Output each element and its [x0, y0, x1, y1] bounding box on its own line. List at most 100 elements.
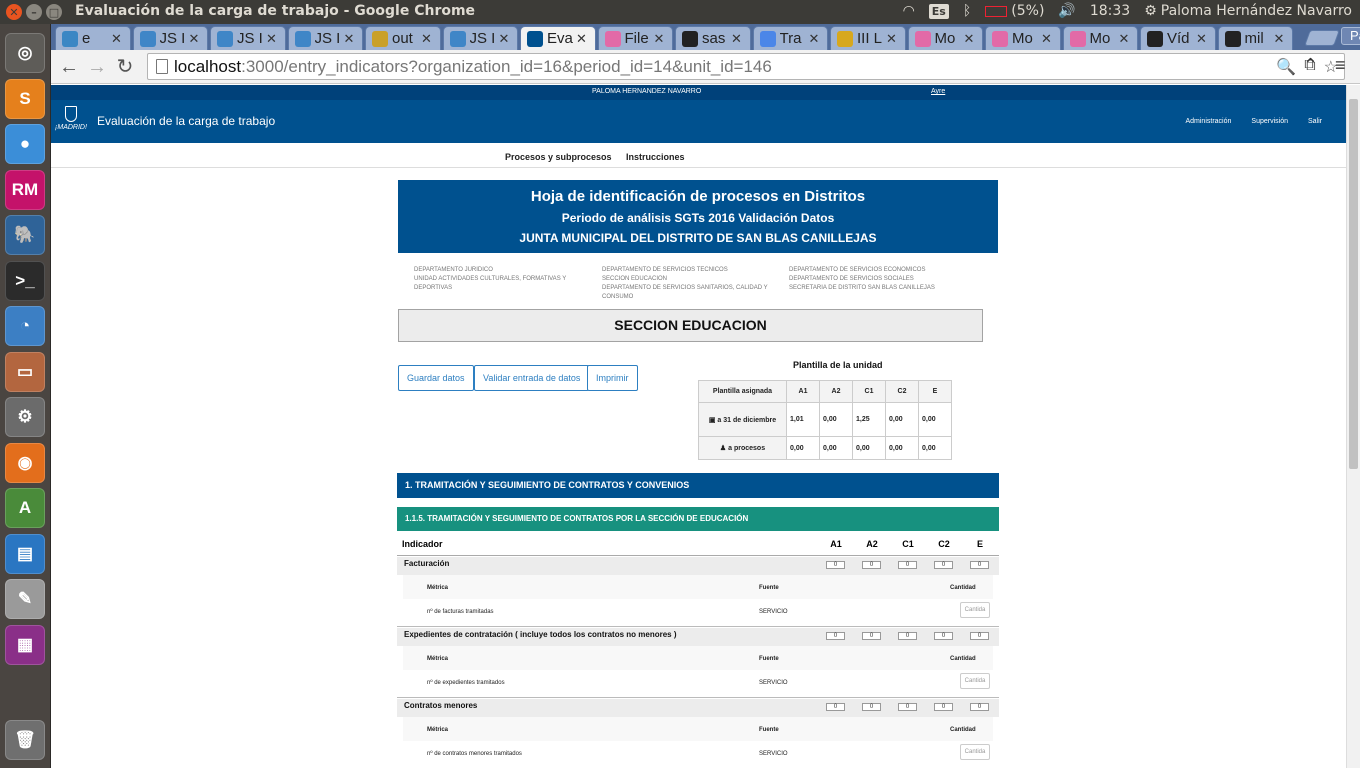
tab[interactable]: JS I ✕	[442, 26, 518, 50]
tab-close-icon[interactable]: ✕	[1195, 31, 1209, 47]
quantity-input[interactable]: Cantida	[960, 602, 990, 618]
page-scrollbar[interactable]	[1346, 85, 1360, 768]
keyboard-layout-indicator[interactable]: Es	[928, 3, 949, 19]
tab-close-icon[interactable]: ✕	[497, 31, 511, 47]
indicator-count-input[interactable]: 0	[970, 561, 989, 569]
department-item[interactable]: UNIDAD ACTIVIDADES CULTURALES, FORMATIVA…	[414, 275, 584, 293]
files-icon[interactable]: ▭	[5, 351, 45, 392]
zoom-icon[interactable]: 🔍	[1276, 57, 1296, 77]
profile-button[interactable]: Paloma	[1341, 27, 1360, 45]
tab-close-icon[interactable]: ✕	[1272, 31, 1286, 47]
new-tab-button[interactable]	[1304, 30, 1340, 46]
indicator-count-input[interactable]: 0	[934, 703, 953, 711]
window-minimize-button[interactable]: –	[26, 4, 42, 20]
software-updater-icon[interactable]: A	[5, 488, 45, 528]
save-button[interactable]: Guardar datos	[398, 365, 474, 391]
text-editor-icon[interactable]: ✎	[5, 579, 45, 619]
terminal-icon[interactable]: >_	[5, 260, 45, 301]
tab-close-icon[interactable]: ✕	[1117, 31, 1131, 47]
subnav-procesos[interactable]: Procesos y subprocesos	[505, 152, 612, 162]
firefox-icon[interactable]: ◉	[5, 442, 45, 483]
address-bar[interactable]: localhost:3000/entry_indicators?organiza…	[147, 53, 1345, 80]
sublime-text-icon[interactable]: S	[5, 78, 45, 119]
indicator-count-input[interactable]: 0	[970, 632, 989, 640]
tab[interactable]: Tra ✕	[752, 26, 828, 50]
extension-icon[interactable]: ⌃	[1303, 55, 1318, 76]
quantity-input[interactable]: Cantida	[960, 673, 990, 689]
nav-salir[interactable]: Salir	[1308, 118, 1322, 125]
department-item[interactable]: DEPARTAMENTO DE SERVICIOS TECNICOS	[602, 266, 772, 275]
tab-close-icon[interactable]: ✕	[962, 31, 976, 47]
tab[interactable]: out ✕	[365, 26, 441, 50]
pgadmin-icon[interactable]: 🐘	[5, 215, 45, 255]
volume-icon[interactable]: 🔊	[1058, 3, 1075, 19]
user-session-menu[interactable]: ⚙ Paloma Hernández Navarro	[1144, 3, 1352, 19]
window-maximize-button[interactable]: □	[46, 4, 62, 20]
indicator-count-input[interactable]: 0	[934, 561, 953, 569]
window-close-button[interactable]: ✕	[6, 4, 22, 20]
indicator-count-input[interactable]: 0	[898, 561, 917, 569]
tab[interactable]: Víd ✕	[1140, 26, 1216, 50]
department-item[interactable]: DEPARTAMENTO JURIDICO	[414, 266, 584, 275]
wifi-icon[interactable]: ◠	[903, 3, 915, 19]
back-arrow-icon[interactable]: ←	[57, 55, 81, 79]
tab-close-icon[interactable]: ✕	[342, 31, 356, 47]
tab-close-icon[interactable]: ✕	[1040, 31, 1054, 47]
nav-administracion[interactable]: Administración	[1185, 118, 1231, 125]
indicator-count-input[interactable]: 0	[862, 703, 881, 711]
help-link[interactable]: Ayre	[931, 88, 945, 95]
forward-arrow-icon[interactable]: →	[85, 55, 109, 79]
indicator-count-input[interactable]: 0	[862, 561, 881, 569]
indicator-count-input[interactable]: 0	[898, 632, 917, 640]
trash-icon[interactable]: 🗑	[5, 720, 45, 760]
tab[interactable]: sas ✕	[675, 26, 751, 50]
nav-supervision[interactable]: Supervisión	[1251, 118, 1288, 125]
battery-indicator[interactable]: (5%)	[985, 3, 1044, 19]
bluetooth-icon[interactable]: ᛒ	[963, 3, 971, 19]
validate-button[interactable]: Validar entrada de datos	[474, 365, 590, 391]
tab[interactable]: JS I ✕	[210, 26, 286, 50]
ubuntu-dash-icon[interactable]: ◎	[5, 33, 45, 73]
quantity-input[interactable]: Cantida	[960, 744, 990, 760]
shotwell-icon[interactable]: ◔	[5, 306, 45, 346]
indicator-count-input[interactable]: 0	[934, 632, 953, 640]
department-item[interactable]: DEPARTAMENTO DE SERVICIOS ECONOMICOS	[789, 266, 959, 275]
indicator-count-input[interactable]: 0	[898, 703, 917, 711]
tab-close-icon[interactable]: ✕	[885, 31, 899, 47]
libreoffice-writer-icon[interactable]: ▤	[5, 533, 45, 574]
department-item[interactable]: SECRETARIA DE DISTRITO SAN BLAS CANILLEJ…	[789, 284, 959, 293]
department-item[interactable]: DEPARTAMENTO DE SERVICIOS SOCIALES	[789, 275, 959, 284]
tab-close-icon[interactable]: ✕	[187, 31, 201, 47]
tab[interactable]: JS I ✕	[132, 26, 208, 50]
chrome-icon[interactable]: ●	[5, 124, 45, 164]
subnav-instrucciones[interactable]: Instrucciones	[626, 152, 685, 162]
tab-close-icon[interactable]: ✕	[730, 31, 744, 47]
print-button[interactable]: Imprimir	[587, 365, 638, 391]
reload-icon[interactable]: ↻	[113, 55, 137, 79]
tab[interactable]: File ✕	[597, 26, 673, 50]
madrid-logo[interactable]: ¡MADRID!	[54, 106, 88, 136]
tab[interactable]: e ✕	[55, 26, 131, 50]
rubymine-icon[interactable]: RM	[5, 169, 45, 210]
indicator-count-input[interactable]: 0	[970, 703, 989, 711]
department-item[interactable]: DEPARTAMENTO DE SERVICIOS SANITARIOS, CA…	[602, 284, 772, 302]
tab-close-icon[interactable]: ✕	[652, 31, 666, 47]
tab[interactable]: Mo ✕	[985, 26, 1061, 50]
tab-close-icon[interactable]: ✕	[265, 31, 279, 47]
department-item[interactable]: SECCION EDUCACION	[602, 275, 772, 284]
site-title[interactable]: Evaluación de la carga de trabajo	[97, 114, 275, 128]
scrollbar-thumb[interactable]	[1349, 99, 1358, 469]
tab-active[interactable]: Eva ✕	[520, 26, 596, 50]
tab-close-icon[interactable]: ✕	[110, 31, 124, 47]
tab[interactable]: Mo ✕	[907, 26, 983, 50]
indicator-count-input[interactable]: 0	[862, 632, 881, 640]
indicator-count-input[interactable]: 0	[826, 561, 845, 569]
url-text[interactable]: localhost:3000/entry_indicators?organiza…	[174, 57, 772, 77]
menu-icon[interactable]: ≡	[1335, 55, 1346, 76]
tab[interactable]: mil ✕	[1217, 26, 1293, 50]
clock[interactable]: 18:33	[1090, 3, 1130, 19]
tab-close-icon[interactable]: ✕	[807, 31, 821, 47]
system-settings-icon[interactable]: ⚙	[5, 397, 45, 437]
tab-close-icon[interactable]: ✕	[575, 31, 589, 47]
tab-close-icon[interactable]: ✕	[420, 31, 434, 47]
